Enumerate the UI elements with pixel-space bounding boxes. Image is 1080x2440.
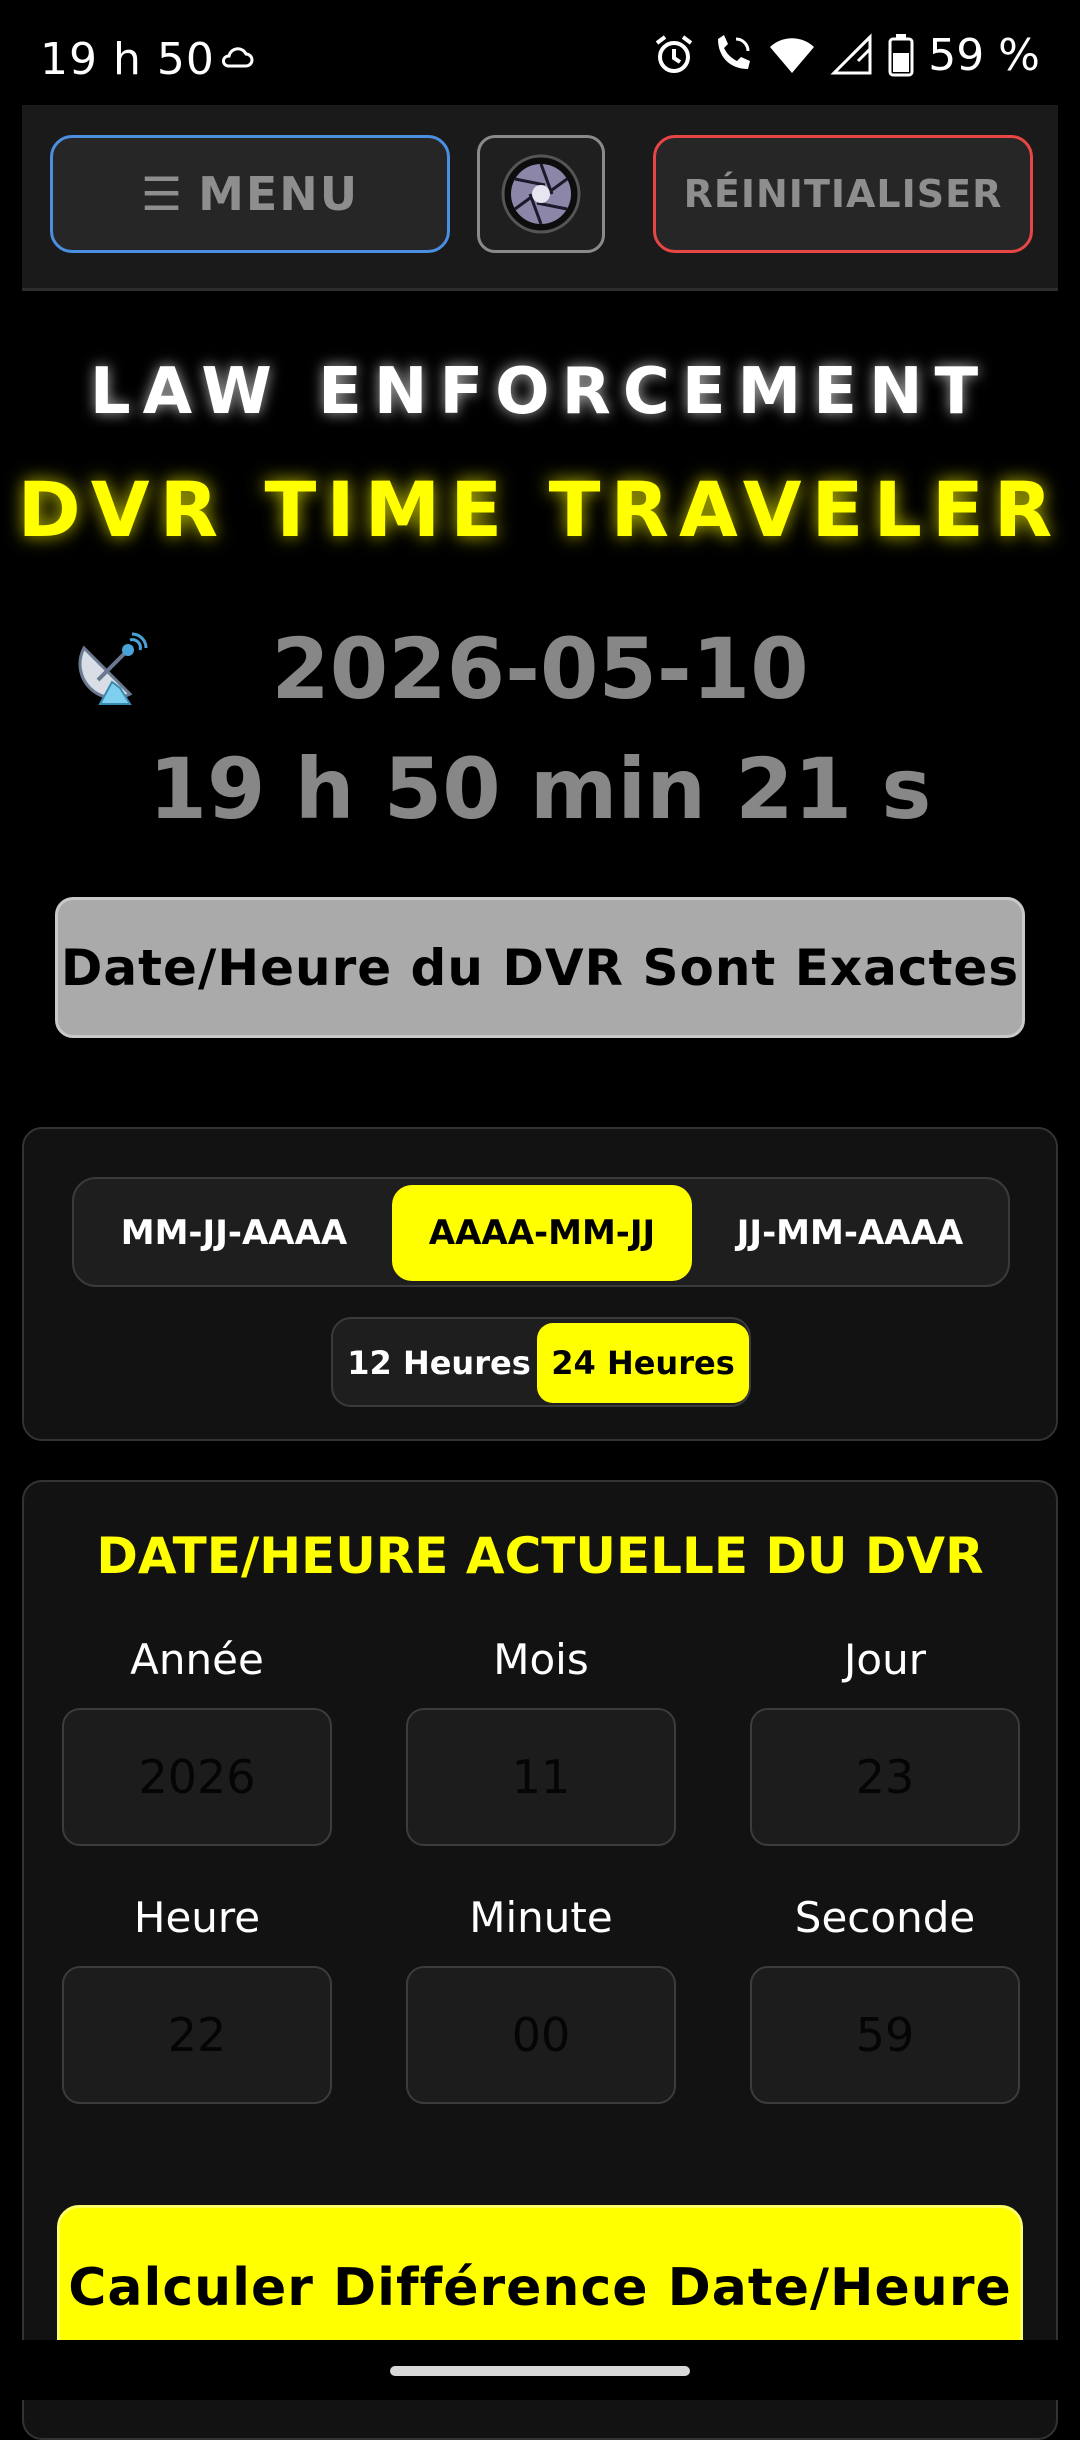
day-label: Jour	[844, 1635, 926, 1684]
second-label: Seconde	[794, 1893, 976, 1942]
dvr-exact-button[interactable]: Date/Heure du DVR Sont Exactes	[55, 897, 1025, 1038]
second-input[interactable]: 59	[750, 1966, 1020, 2104]
date-format-jj-mm-aaaa[interactable]: JJ-MM-AAAA	[700, 1185, 1000, 1281]
minute-input[interactable]: 00	[406, 1966, 676, 2104]
logo-button[interactable]	[477, 135, 605, 253]
current-date: 2026-05-10	[271, 620, 809, 718]
phone-wifi-icon	[718, 35, 751, 69]
wifi-icon	[770, 38, 815, 73]
menu-button[interactable]: ☰ MENU	[50, 135, 450, 253]
cloud-icon	[221, 47, 254, 68]
app-title-line2: DVR TIME TRAVELER	[17, 465, 1063, 554]
hour-format-12[interactable]: 12 Heures	[339, 1323, 539, 1403]
menu-label: MENU	[198, 167, 360, 221]
year-input[interactable]: 2026	[62, 1708, 332, 1846]
hour-input[interactable]: 22	[62, 1966, 332, 2104]
dvr-section-title: DATE/HEURE ACTUELLE DU DVR	[96, 1527, 984, 1585]
hour-format-24[interactable]: 24 Heures	[537, 1323, 749, 1403]
reset-button[interactable]: RÉINITIALISER	[653, 135, 1033, 253]
battery-percent: 59 %	[928, 29, 1040, 81]
day-input[interactable]: 23	[750, 1708, 1020, 1846]
aperture-icon	[501, 154, 581, 234]
month-label: Mois	[493, 1635, 589, 1684]
date-format-selector: MM-JJ-AAAA AAAA-MM-JJ JJ-MM-AAAA	[72, 1177, 1010, 1287]
hour-format-selector: 12 Heures 24 Heures	[331, 1317, 751, 1407]
signal-icon	[830, 33, 872, 75]
month-input[interactable]: 11	[406, 1708, 676, 1846]
hour-label: Heure	[133, 1893, 261, 1942]
status-icons: 59 %	[652, 29, 1040, 81]
date-format-mm-jj-aaaa[interactable]: MM-JJ-AAAA	[84, 1185, 384, 1281]
current-time: 19 h 50 min 21 s	[148, 740, 932, 838]
home-gesture-handle[interactable]	[390, 2366, 690, 2376]
date-format-aaaa-mm-jj[interactable]: AAAA-MM-JJ	[392, 1185, 692, 1281]
status-time: 19 h 50	[40, 34, 215, 85]
year-label: Année	[130, 1635, 264, 1684]
battery-icon	[888, 34, 914, 77]
alarm-icon	[656, 35, 693, 73]
hamburger-icon: ☰	[140, 167, 185, 221]
app-title-line1: LAW ENFORCEMENT	[89, 355, 991, 429]
minute-label: Minute	[469, 1893, 613, 1942]
